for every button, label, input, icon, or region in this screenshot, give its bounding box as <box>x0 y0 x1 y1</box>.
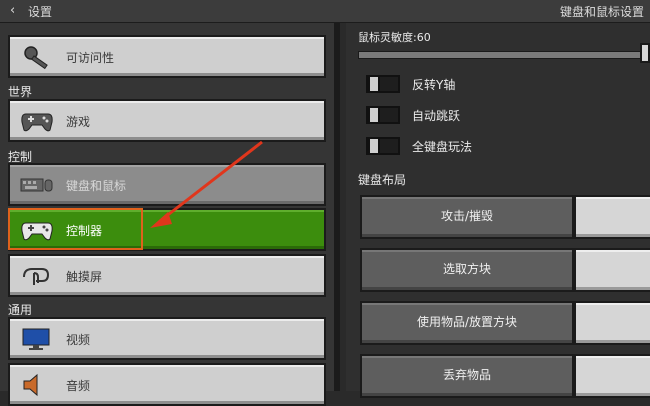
sidebar-item-video[interactable]: 视频 <box>8 317 326 360</box>
sidebar-item-controller[interactable]: 控制器 <box>8 208 326 251</box>
binding-key-slot[interactable] <box>574 301 650 345</box>
toggle-row-full-keyboard: 全键盘玩法 <box>358 137 638 159</box>
toggle-knob <box>368 106 380 124</box>
binding-pick-block-button[interactable]: 选取方块 <box>360 248 574 292</box>
binding-attack-button[interactable]: 攻击/摧毁 <box>360 195 574 239</box>
sidebar-item-label: 控制器 <box>66 224 103 238</box>
toggle-label: 自动跳跃 <box>412 109 461 123</box>
sensitivity-label: 鼠标灵敏度:60 <box>358 31 431 44</box>
auto-jump-toggle[interactable] <box>366 106 400 124</box>
gamepad-icon <box>21 113 53 132</box>
keyboard-mouse-settings: 鼠标灵敏度:60 反转Y轴 自动跳跃 全键盘玩法 键盘布局 攻击/摧毁 选取方块… <box>346 23 650 398</box>
sensitivity-slider-track[interactable] <box>358 51 650 59</box>
sidebar-item-label: 可访问性 <box>66 51 115 65</box>
binding-key-slot[interactable] <box>574 195 650 239</box>
binding-key-slot[interactable] <box>574 248 650 292</box>
touch-hand-icon <box>23 268 50 285</box>
monitor-icon <box>22 328 50 350</box>
sidebar-item-label: 音频 <box>66 379 91 393</box>
toggle-label: 反转Y轴 <box>412 78 456 92</box>
invert-y-toggle[interactable] <box>366 75 400 93</box>
toggle-knob <box>368 137 380 155</box>
sidebar-item-game[interactable]: 游戏 <box>8 99 326 142</box>
speaker-icon <box>23 373 38 397</box>
sidebar-item-label: 视频 <box>66 333 91 347</box>
top-bar: ‹ 设置 键盘和鼠标设置 <box>0 0 650 23</box>
chevron-left-icon[interactable]: ‹ <box>10 3 15 18</box>
sidebar-item-accessibility[interactable]: 可访问性 <box>8 35 326 78</box>
sensitivity-slider-thumb[interactable] <box>640 43 650 63</box>
keyboard-mouse-icon <box>20 178 53 192</box>
sidebar-item-touchscreen[interactable]: 触摸屏 <box>8 254 326 297</box>
toggle-label: 全键盘玩法 <box>412 140 473 154</box>
toggle-knob <box>368 75 380 93</box>
toggle-row-invert-y: 反转Y轴 <box>358 75 638 97</box>
section-label-world: 世界 <box>8 85 33 99</box>
section-title: 键盘和鼠标设置 <box>559 5 644 19</box>
full-keyboard-toggle[interactable] <box>366 137 400 155</box>
key-icon <box>24 46 48 70</box>
gamepad-icon <box>21 222 53 241</box>
sidebar-item-label: 游戏 <box>66 115 91 129</box>
page-title: 设置 <box>28 5 53 19</box>
sidebar-item-label: 触摸屏 <box>66 270 103 284</box>
sidebar-item-label: 键盘和鼠标 <box>66 179 127 193</box>
section-label-general: 通用 <box>8 303 33 317</box>
settings-sidebar: 可访问性 世界 游戏 控制 键盘和鼠标 控制器 触摸屏 通用 视频 音频 <box>0 23 340 406</box>
binding-use-item-button[interactable]: 使用物品/放置方块 <box>360 301 574 345</box>
toggle-row-auto-jump: 自动跳跃 <box>358 106 638 128</box>
keyboard-layout-label: 键盘布局 <box>358 173 407 187</box>
sidebar-item-keyboard-mouse[interactable]: 键盘和鼠标 <box>8 163 326 206</box>
sidebar-item-audio[interactable]: 音频 <box>8 363 326 406</box>
binding-key-slot[interactable] <box>574 354 650 398</box>
binding-drop-item-button[interactable]: 丢弃物品 <box>360 354 574 398</box>
